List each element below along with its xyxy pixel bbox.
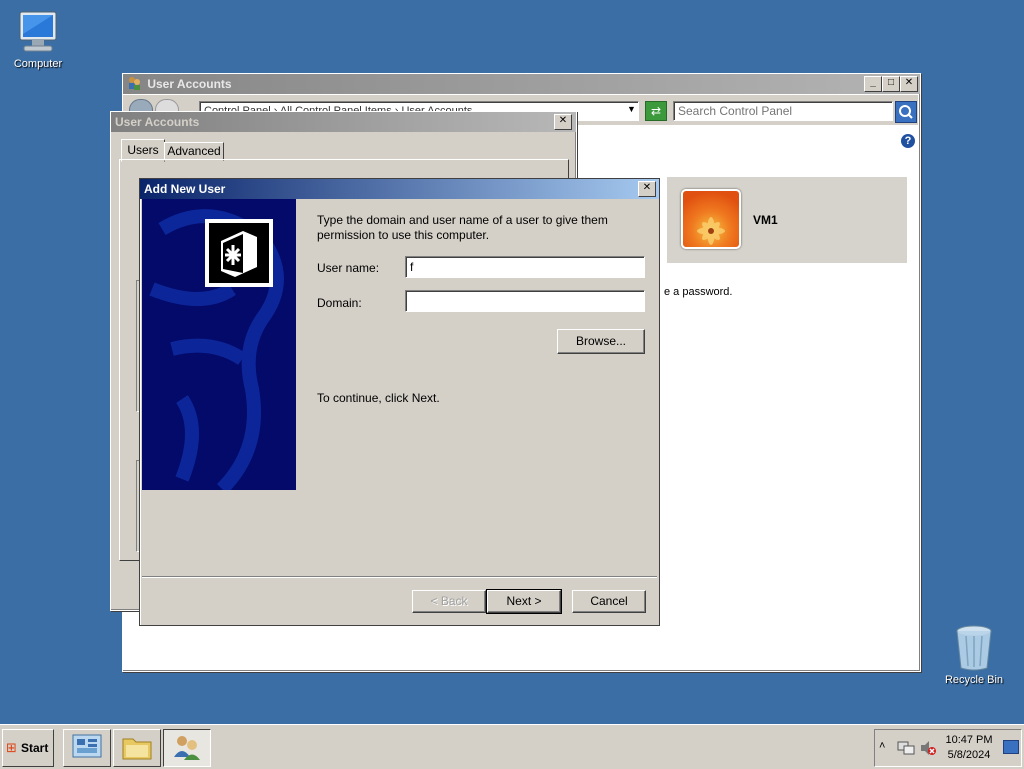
wizard-divider — [142, 576, 657, 578]
browse-button[interactable]: Browse... — [557, 329, 645, 354]
start-button[interactable]: ⊞ Start — [2, 729, 54, 767]
wizard-banner — [142, 199, 296, 490]
back-button[interactable]: < Back — [412, 590, 486, 613]
folder-icon — [122, 738, 152, 760]
clock-date: 5/8/2024 — [947, 749, 991, 761]
show-desktop-icon[interactable] — [1003, 740, 1019, 754]
clock[interactable]: 10:47 PM 5/8/2024 — [945, 733, 993, 763]
maximize-button[interactable]: □ — [882, 76, 900, 92]
chevron-down-icon[interactable]: ▼ — [627, 104, 636, 114]
control-panel-titlebar[interactable]: User Accounts _ □ ✕ — [123, 74, 920, 94]
volume-muted-icon[interactable] — [919, 740, 937, 756]
continue-text: To continue, click Next. — [317, 391, 440, 405]
search-icon[interactable] — [895, 101, 917, 123]
server-manager-icon — [72, 734, 102, 758]
add-new-user-title: Add New User — [144, 182, 226, 196]
next-button[interactable]: Next > — [486, 589, 562, 614]
control-panel-title: User Accounts — [147, 77, 232, 91]
add-new-user-titlebar[interactable]: Add New User ✕ — [140, 179, 659, 199]
cancel-button[interactable]: Cancel — [572, 590, 646, 613]
wizard-close-button[interactable]: ✕ — [638, 181, 656, 197]
password-link-fragment[interactable]: e a password. — [664, 286, 732, 298]
computer-icon — [19, 11, 57, 52]
domain-field[interactable] — [405, 290, 645, 312]
dialog-close-button[interactable]: ✕ — [554, 114, 572, 130]
start-label: Start — [21, 741, 49, 755]
network-icon[interactable] — [897, 740, 915, 756]
clock-time: 10:47 PM — [945, 734, 993, 746]
recycle-bin-label: Recycle Bin — [944, 674, 1004, 686]
minimize-button[interactable]: _ — [864, 76, 882, 92]
server-manager-task[interactable] — [63, 729, 111, 767]
account-name: VM1 — [753, 213, 778, 227]
taskbar: ⊞ Start ˄ 10:47 PM 5/8/2024 — [0, 724, 1024, 769]
refresh-icon[interactable]: ⇄ — [645, 101, 667, 121]
account-picture — [681, 189, 741, 249]
domain-label: Domain: — [317, 296, 362, 310]
user-accounts-dialog-title: User Accounts — [115, 115, 200, 129]
wizard-key-icon — [205, 219, 273, 287]
user-accounts-task[interactable] — [163, 729, 211, 767]
user-accounts-titlebar[interactable]: User Accounts ✕ — [111, 112, 576, 132]
system-tray: ˄ 10:47 PM 5/8/2024 — [874, 729, 1022, 767]
account-tile[interactable]: VM1 — [667, 177, 907, 263]
recycle-bin-desktop-icon[interactable]: Recycle Bin — [936, 624, 1012, 686]
username-label: User name: — [317, 261, 380, 275]
close-button[interactable]: ✕ — [900, 76, 918, 92]
username-field[interactable] — [405, 256, 645, 278]
recycle-bin-icon — [956, 625, 992, 671]
wizard-instructions: Type the domain and user name of a user … — [317, 213, 608, 242]
search-input[interactable] — [673, 101, 893, 121]
help-icon[interactable]: ? — [901, 134, 915, 148]
windows-logo-icon: ⊞ — [6, 740, 17, 755]
add-new-user-dialog: Add New User ✕ Type the domain and user … — [139, 178, 660, 626]
chevron-up-icon[interactable]: ˄ — [879, 740, 885, 752]
explorer-task[interactable] — [113, 729, 161, 767]
computer-label: Computer — [13, 58, 63, 70]
user-accounts-icon — [127, 76, 141, 90]
users-icon — [174, 736, 200, 760]
computer-desktop-icon[interactable]: Computer — [0, 8, 76, 70]
